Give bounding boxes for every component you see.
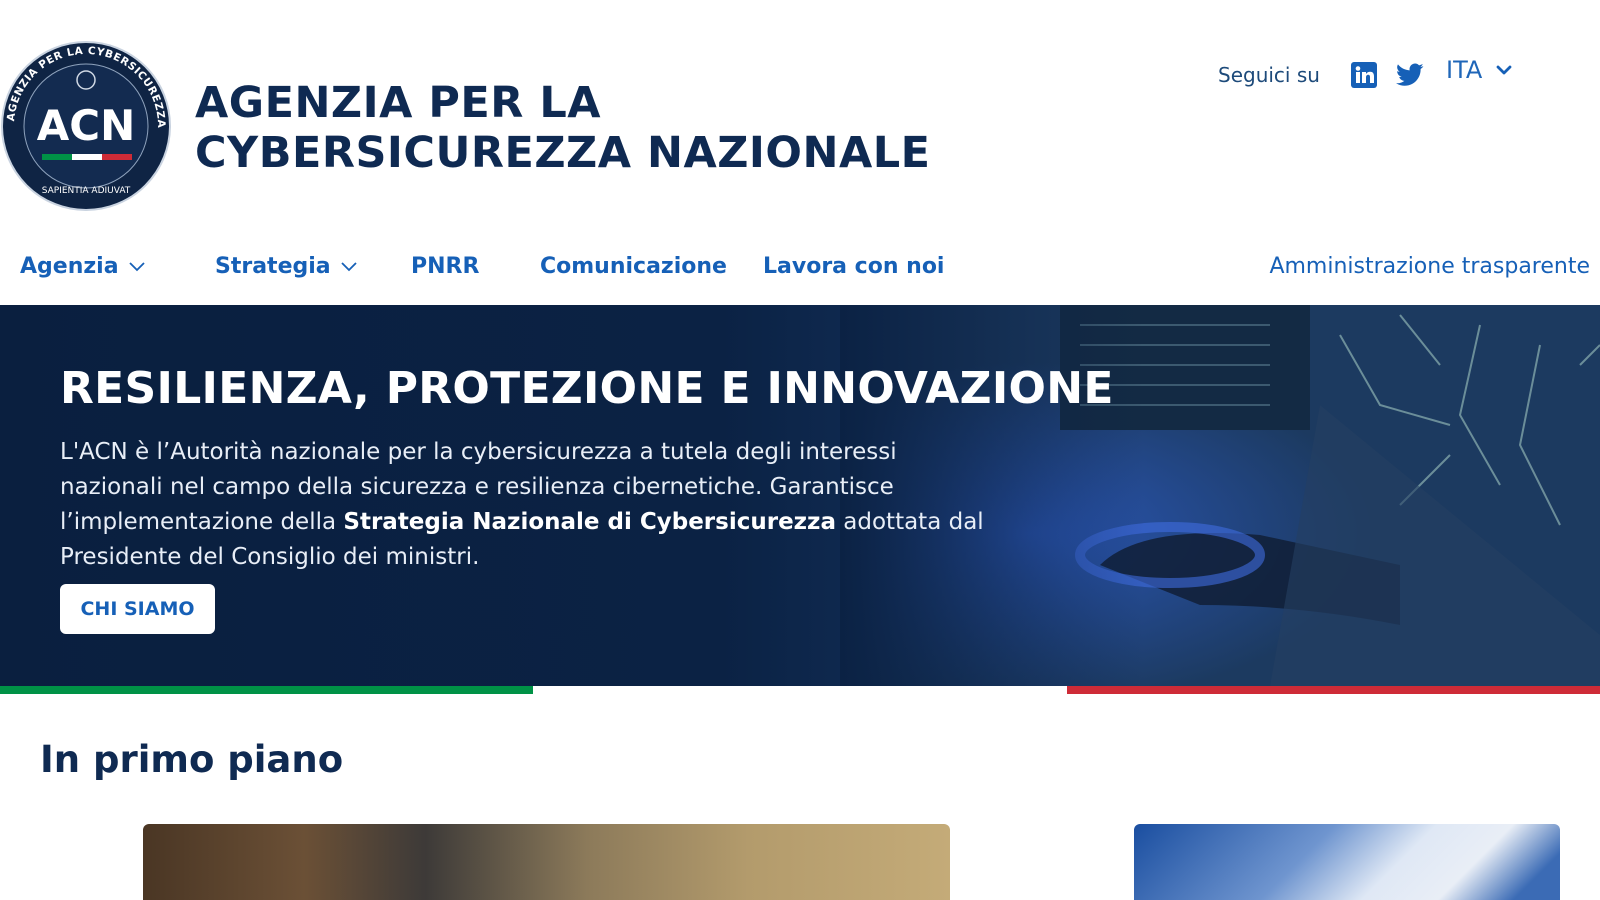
logo-text: ACN: [37, 101, 135, 150]
hero-text-strategy-link: Strategia Nazionale di Cybersicurezza: [343, 509, 836, 535]
hero-banner: RESILIENZA, PROTEZIONE E INNOVAZIONE L'A…: [0, 305, 1600, 686]
nav-item-label: Lavora con noi: [763, 254, 945, 279]
language-label: ITA: [1446, 56, 1483, 84]
italian-flag-strip: [0, 686, 1600, 694]
social-label: Seguici su: [1218, 63, 1320, 87]
site-title-line2: CYBERSICUREZZA NAZIONALE: [195, 128, 931, 178]
nav-item-label: Strategia: [215, 254, 331, 279]
main-navigation: Agenzia Strategia PNRR Comunicazione Lav…: [0, 248, 1600, 296]
hero-title: RESILIENZA, PROTEZIONE E INNOVAZIONE: [60, 363, 1114, 414]
chevron-down-icon: [1496, 65, 1512, 75]
nav-item-lavora-con-noi[interactable]: Lavora con noi: [763, 254, 944, 279]
twitter-icon[interactable]: [1395, 61, 1424, 89]
nav-item-label: Agenzia: [20, 254, 119, 279]
site-title[interactable]: AGENZIA PER LA CYBERSICUREZZA NAZIONALE: [195, 78, 931, 178]
nav-item-label: PNRR: [411, 254, 480, 279]
nav-item-pnrr[interactable]: PNRR: [411, 254, 479, 279]
linkedin-icon[interactable]: [1350, 61, 1378, 89]
hero-description: L'ACN è l’Autorità nazionale per la cybe…: [60, 435, 1000, 575]
social-links: Seguici su: [1218, 58, 1442, 92]
flag-white: [533, 686, 1067, 694]
nav-link-amministrazione-trasparente[interactable]: Amministrazione trasparente: [1269, 254, 1590, 279]
chi-siamo-button[interactable]: CHI SIAMO: [60, 584, 215, 634]
acn-logo[interactable]: AGENZIA PER LA CYBERSICUREZZA NAZIONALE …: [0, 40, 172, 212]
flag-red: [1066, 686, 1600, 694]
featured-card-image[interactable]: [143, 824, 950, 900]
nav-item-strategia[interactable]: Strategia: [215, 254, 357, 279]
site-title-line1: AGENZIA PER LA: [195, 78, 602, 128]
chevron-down-icon: [128, 261, 145, 271]
section-title-in-primo-piano: In primo piano: [40, 738, 344, 781]
nav-item-comunicazione[interactable]: Comunicazione: [540, 254, 727, 279]
nav-item-label: Comunicazione: [540, 254, 727, 279]
flag-green: [0, 686, 534, 694]
chevron-down-icon: [341, 261, 357, 271]
logo-motto: SAPIENTIA ADIUVAT: [42, 186, 131, 196]
featured-card-image[interactable]: [1134, 824, 1560, 900]
language-selector[interactable]: ITA: [1446, 56, 1512, 84]
site-header: AGENZIA PER LA CYBERSICUREZZA NAZIONALE …: [0, 0, 1600, 230]
nav-item-agenzia[interactable]: Agenzia: [20, 254, 145, 279]
